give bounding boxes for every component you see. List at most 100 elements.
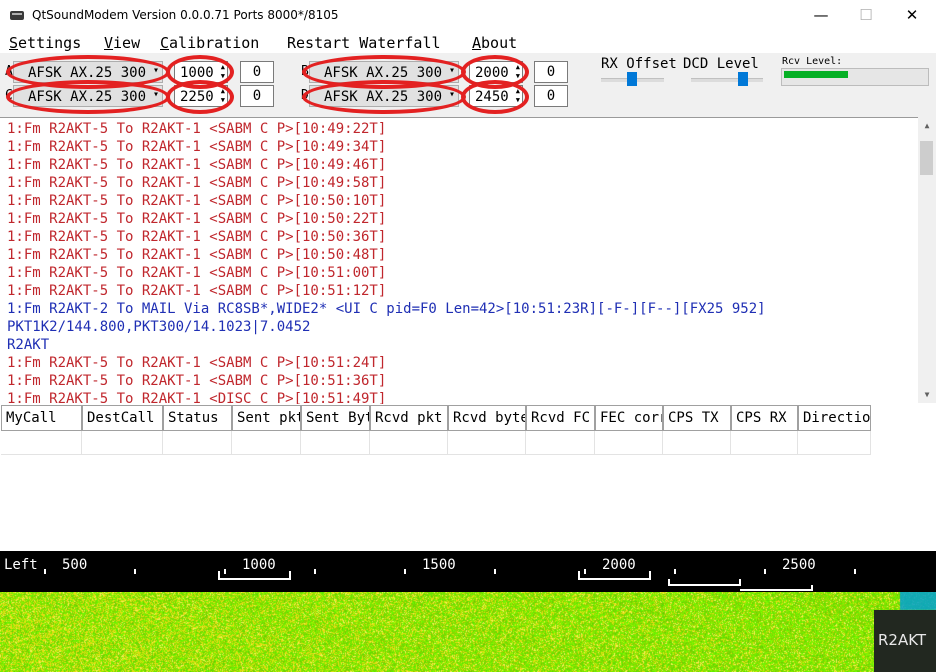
close-button[interactable]: ✕: [889, 0, 935, 31]
log-line: 1:Fm R2AKT-5 To R2AKT-1 <SABM C P>[10:51…: [7, 373, 387, 389]
dcd-level-slider[interactable]: [691, 78, 763, 82]
rcv-level-meter: [781, 68, 929, 86]
chevron-down-icon: ▾: [448, 65, 455, 76]
scrollbar-thumb[interactable]: [920, 141, 933, 175]
spin-arrows-icon[interactable]: ▲ ▼: [516, 63, 520, 81]
rcv-level-fill: [784, 71, 848, 78]
channel-c-offset-field[interactable]: 0: [240, 85, 274, 107]
channel-b-mode-select[interactable]: AFSK AX.25 300 ▾: [309, 61, 459, 83]
marker-edge: [289, 571, 291, 580]
column-header[interactable]: MyCall: [1, 405, 82, 431]
log-scrollbar[interactable]: ▲ ▼: [918, 117, 936, 403]
scale-tick: [584, 569, 586, 574]
table-cell: [1, 431, 82, 455]
channel-d-freq-spinbox[interactable]: 2450 ▲ ▼: [469, 85, 523, 107]
column-header[interactable]: DestCall: [82, 405, 163, 431]
waterfall-display[interactable]: [0, 592, 936, 672]
waterfall-scale: Left 500 1000 1500 2000 2500: [0, 551, 936, 592]
table-cell: [370, 431, 448, 455]
freq-tick-label: 1500: [422, 557, 456, 573]
menu-view[interactable]: View: [104, 34, 140, 52]
table-cell: [82, 431, 163, 455]
channel-a-marker: [218, 578, 290, 580]
marker-edge: [668, 579, 670, 586]
menu-about[interactable]: About: [472, 34, 517, 52]
column-header[interactable]: FEC corr: [595, 405, 663, 431]
channel-a-letter: A: [5, 64, 13, 79]
column-header[interactable]: Direction: [798, 405, 871, 431]
log-line: 1:Fm R2AKT-5 To R2AKT-1 <SABM C P>[10:50…: [7, 193, 387, 209]
column-header[interactable]: Status: [163, 405, 232, 431]
table-cell: [798, 431, 871, 455]
marker-edge: [218, 571, 220, 580]
column-header[interactable]: Sent pkt: [232, 405, 301, 431]
channel-c-freq-spinbox[interactable]: 2250 ▲ ▼: [174, 85, 228, 107]
app-icon: [10, 11, 24, 20]
channel-c-marker: [668, 584, 740, 586]
column-header[interactable]: Rcvd pkt: [370, 405, 448, 431]
r2akt-logo: R2AKT: [874, 610, 936, 672]
minimize-button[interactable]: —: [798, 0, 844, 31]
channel-b-freq-spinbox[interactable]: 2000 ▲ ▼: [469, 61, 523, 83]
scale-tick: [44, 569, 46, 574]
log-line: 1:Fm R2AKT-2 To MAIL Via RC8SB*,WIDE2* <…: [7, 301, 766, 317]
channel-d-mode-select[interactable]: AFSK AX.25 300 ▾: [309, 85, 459, 107]
log-line: 1:Fm R2AKT-5 To R2AKT-1 <SABM C P>[10:49…: [7, 175, 387, 191]
rx-offset-slider-thumb[interactable]: [627, 72, 637, 86]
log-line: 1:Fm R2AKT-5 To R2AKT-1 <SABM C P>[10:50…: [7, 247, 387, 263]
channel-c-mode-select[interactable]: AFSK AX.25 300 ▾: [13, 85, 163, 107]
menu-restart-waterfall[interactable]: Restart Waterfall: [287, 34, 441, 52]
channel-b-offset-field[interactable]: 0: [534, 61, 568, 83]
scroll-up-icon[interactable]: ▲: [918, 117, 936, 134]
spin-arrows-icon[interactable]: ▲ ▼: [221, 63, 225, 81]
column-header[interactable]: Sent Bytes: [301, 405, 370, 431]
channel-a-mode-select[interactable]: AFSK AX.25 300 ▾: [13, 61, 163, 83]
column-header[interactable]: Rcvd bytes: [448, 405, 526, 431]
column-header[interactable]: CPS TX: [663, 405, 731, 431]
log-line: 1:Fm R2AKT-5 To R2AKT-1 <SABM C P>[10:51…: [7, 265, 387, 281]
channel-a-offset-field[interactable]: 0: [240, 61, 274, 83]
chevron-down-icon: ▾: [152, 89, 159, 100]
connections-table: MyCallDestCallStatusSent pktSent BytesRc…: [0, 404, 936, 550]
scale-tick: [134, 569, 136, 574]
spin-arrows-icon[interactable]: ▲ ▼: [221, 87, 225, 105]
rx-offset-label: RX Offset: [601, 56, 677, 72]
table-cell: [448, 431, 526, 455]
monitor-log[interactable]: 1:Fm R2AKT-5 To R2AKT-1 <SABM C P>[10:49…: [0, 117, 936, 405]
channel-d-marker: [740, 589, 812, 591]
scale-tick: [674, 569, 676, 574]
waterfall-left-label: Left: [4, 557, 38, 573]
dcd-level-label: DCD Level: [681, 56, 759, 72]
scale-tick: [854, 569, 856, 574]
channel-c-letter: C: [5, 88, 13, 103]
column-header[interactable]: Rcvd FC: [526, 405, 595, 431]
log-line: 1:Fm R2AKT-5 To R2AKT-1 <DISC C P>[10:51…: [7, 391, 387, 405]
spin-arrows-icon[interactable]: ▲ ▼: [516, 87, 520, 105]
menu-calibration[interactable]: Calibration: [160, 34, 259, 52]
log-line: 1:Fm R2AKT-5 To R2AKT-1 <SABM C P>[10:51…: [7, 283, 387, 299]
channel-b-letter: B: [301, 64, 309, 79]
chevron-down-icon: ▾: [448, 89, 455, 100]
dcd-level-slider-thumb[interactable]: [738, 72, 748, 86]
log-line: 1:Fm R2AKT-5 To R2AKT-1 <SABM C P>[10:49…: [7, 139, 387, 155]
log-line: 1:Fm R2AKT-5 To R2AKT-1 <SABM C P>[10:50…: [7, 211, 387, 227]
marker-edge: [578, 571, 580, 580]
menu-settings[interactable]: Settings: [9, 34, 81, 52]
channel-a-freq-spinbox[interactable]: 1000 ▲ ▼: [174, 61, 228, 83]
freq-tick-label: 2500: [782, 557, 816, 573]
marker-edge: [739, 579, 741, 586]
log-line: 1:Fm R2AKT-5 To R2AKT-1 <SABM C P>[10:49…: [7, 121, 387, 137]
log-line: PKT1K2/144.800,PKT300/14.1023|7.0452: [7, 319, 311, 335]
freq-tick-label: 1000: [242, 557, 276, 573]
maximize-button[interactable]: ☐: [843, 0, 889, 31]
channel-b-marker: [578, 578, 650, 580]
freq-tick-label: 500: [62, 557, 88, 573]
table-cell: [526, 431, 595, 455]
channel-d-offset-field[interactable]: 0: [534, 85, 568, 107]
log-line: 1:Fm R2AKT-5 To R2AKT-1 <SABM C P>[10:50…: [7, 229, 387, 245]
column-header[interactable]: CPS RX: [731, 405, 798, 431]
scroll-down-icon[interactable]: ▼: [918, 386, 936, 403]
log-line: 1:Fm R2AKT-5 To R2AKT-1 <SABM C P>[10:51…: [7, 355, 387, 371]
window-title: QtSoundModem Version 0.0.0.71 Ports 8000…: [32, 8, 339, 22]
table-cell: [595, 431, 663, 455]
